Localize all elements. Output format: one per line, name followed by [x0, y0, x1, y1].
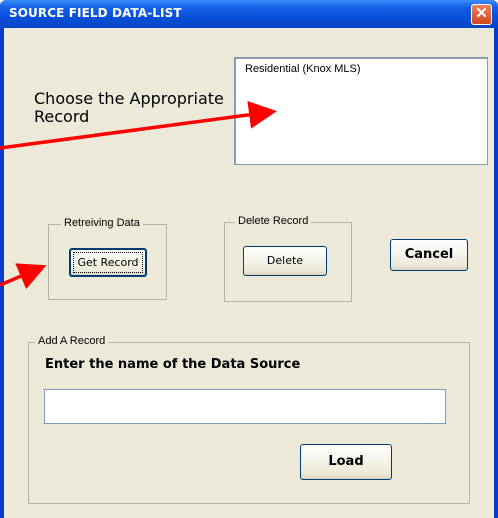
record-listbox[interactable]: Residential (Knox MLS) [234, 57, 488, 165]
data-source-prompt: Enter the name of the Data Source [45, 357, 301, 372]
load-button[interactable]: Load [300, 444, 392, 480]
title-bar[interactable]: SOURCE FIELD DATA-LIST ✕ [0, 0, 498, 28]
list-item[interactable]: Residential (Knox MLS) [245, 63, 361, 75]
delete-record-legend: Delete Record [235, 215, 312, 227]
add-record-legend: Add A Record [35, 335, 109, 347]
close-icon: ✕ [475, 5, 488, 22]
dialog-body: Choose the Appropriate Record Residentia… [4, 28, 494, 518]
get-record-button[interactable]: Get Record [69, 248, 147, 277]
delete-record-frame: Delete Record Delete [224, 215, 352, 302]
choose-record-label: Choose the Appropriate Record [34, 89, 224, 126]
data-source-name-input[interactable] [44, 389, 446, 424]
close-button[interactable]: ✕ [471, 4, 492, 25]
retrieving-data-legend: Retreiving Data [61, 217, 143, 229]
window-title: SOURCE FIELD DATA-LIST [9, 6, 182, 20]
dialog-window: SOURCE FIELD DATA-LIST ✕ Choose the Appr… [0, 0, 498, 518]
delete-button[interactable]: Delete [243, 246, 327, 276]
cancel-button[interactable]: Cancel [390, 239, 468, 271]
retrieving-data-frame: Retreiving Data Get Record [48, 217, 167, 300]
